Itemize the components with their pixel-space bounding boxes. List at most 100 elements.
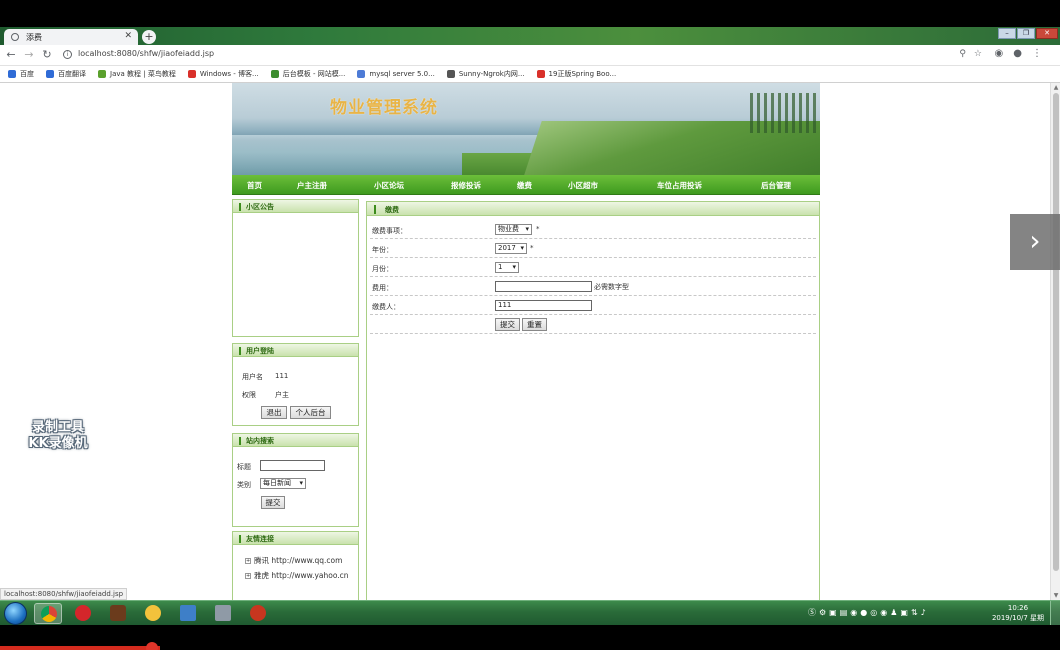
- forward-arrow-icon[interactable]: →: [22, 48, 36, 62]
- reload-icon[interactable]: ↻: [40, 48, 54, 62]
- nav-item[interactable]: 缴费: [517, 180, 532, 191]
- form-row-fee: 费用： 必需数字型: [370, 277, 816, 296]
- windows-taskbar: Ⓢ⚙▣▤◉●◎◉♟▣⇅♪ 10:26 2019/10/7 星期一: [0, 600, 1060, 632]
- bookmark-item[interactable]: mysql server 5.0...: [357, 70, 435, 78]
- item-label: 缴费事项：: [372, 227, 407, 235]
- maximize-button[interactable]: ❐: [1017, 28, 1035, 39]
- taskbar-game[interactable]: [104, 603, 132, 624]
- site-title: 物业管理系统: [330, 98, 438, 118]
- show-desktop-button[interactable]: [1050, 601, 1060, 626]
- bookmark-item[interactable]: 后台模板 - 网站模...: [270, 69, 346, 79]
- taskbar-chrome[interactable]: [34, 603, 62, 624]
- tab-close-icon[interactable]: ✕: [124, 31, 132, 41]
- username-value: 111: [275, 372, 289, 380]
- browser-tab[interactable]: 添费 ✕: [4, 29, 138, 45]
- taskbar-netease-music[interactable]: [69, 603, 97, 624]
- nav-item[interactable]: 后台管理: [761, 180, 791, 191]
- scroll-up-icon[interactable]: ▲: [1052, 84, 1060, 91]
- month-select[interactable]: 1: [495, 262, 519, 273]
- browser-toolbar: ← → ↻ i localhost:8080/shfw/jiaofeiadd.j…: [0, 45, 1060, 66]
- bookmark-favicon-icon: [536, 70, 545, 78]
- minimize-button[interactable]: –: [998, 28, 1016, 39]
- bookmark-favicon-icon: [357, 70, 366, 78]
- header-bar: [239, 347, 241, 355]
- friend-link[interactable]: + 雅虎 http://www.yahoo.cn: [245, 570, 349, 581]
- header-bar: [239, 535, 241, 543]
- close-window-button[interactable]: ✕: [1036, 28, 1058, 39]
- role-label: 权限: [242, 391, 256, 399]
- search-header: 站内搜索: [232, 433, 359, 447]
- zoom-star-icons[interactable]: ⚲☆: [959, 49, 990, 59]
- bookmark-item[interactable]: Java 教程 | 菜鸟教程: [98, 69, 176, 79]
- bookmark-item[interactable]: 百度: [8, 69, 34, 79]
- payment-panel: 缴费 缴费事项： 物业费 * 年份： 2017 * 月份： 1: [366, 201, 820, 600]
- payer-input[interactable]: 111: [495, 300, 592, 311]
- username-label: 用户名: [242, 373, 263, 381]
- payment-form: 缴费事项： 物业费 * 年份： 2017 * 月份： 1 费用：: [366, 216, 820, 600]
- main-nav: 首页 户主注册 小区论坛 报修投诉 缴费 小区超市 车位占用投诉 后台管理: [232, 175, 820, 195]
- reset-button[interactable]: 重置: [522, 318, 547, 331]
- bookmark-item[interactable]: Sunny-Ngrok内网...: [446, 69, 525, 79]
- taskbar-app[interactable]: [174, 603, 202, 624]
- header-bar: [374, 205, 376, 214]
- logout-button[interactable]: 退出: [261, 406, 287, 419]
- nav-item[interactable]: 车位占用投诉: [657, 180, 702, 191]
- friend-link-url: http://www.yahoo.cn: [271, 571, 349, 580]
- search-category-select[interactable]: 每日新闻: [260, 478, 306, 489]
- fee-input[interactable]: [495, 281, 592, 292]
- watermark-line-2: KK录像机: [28, 436, 88, 451]
- item-select[interactable]: 物业费: [495, 224, 532, 235]
- qq-icon: [145, 605, 161, 621]
- personal-backend-button[interactable]: 个人后台: [290, 406, 331, 419]
- role-value: 户主: [275, 391, 289, 399]
- bookmark-favicon-icon: [187, 70, 196, 78]
- friend-link[interactable]: + 腾讯 http://www.qq.com: [245, 555, 342, 566]
- back-arrow-icon[interactable]: ←: [4, 48, 18, 62]
- bookmark-label: 后台模板 - 网站模...: [282, 70, 346, 78]
- chevron-right-icon[interactable]: ›: [1010, 214, 1060, 270]
- year-select[interactable]: 2017: [495, 243, 527, 254]
- payment-title: 缴费: [385, 206, 399, 214]
- info-icon[interactable]: i: [63, 50, 72, 59]
- taskbar-qq[interactable]: [139, 603, 167, 624]
- system-tray-icons[interactable]: Ⓢ⚙▣▤◉●◎◉♟▣⇅♪: [808, 607, 929, 618]
- month-label: 月份：: [372, 265, 393, 273]
- friend-link-url: http://www.qq.com: [271, 556, 343, 565]
- profile-menu-icons[interactable]: ◉●⋮: [995, 48, 1052, 59]
- links-header: 友情连接: [232, 531, 359, 545]
- scroll-thumb[interactable]: [1053, 93, 1059, 571]
- tools-icon: [215, 605, 231, 621]
- taskbar-recorder[interactable]: [244, 603, 272, 624]
- start-button[interactable]: [4, 602, 27, 625]
- fee-hint: 必需数字型: [594, 283, 629, 291]
- bookmark-item[interactable]: Windows - 博客...: [187, 69, 259, 79]
- bookmark-item[interactable]: 百度翻译: [46, 69, 86, 79]
- submit-button[interactable]: 提交: [495, 318, 520, 331]
- top-letterbox: [0, 0, 1060, 27]
- nav-item[interactable]: 小区超市: [568, 180, 598, 191]
- nav-item[interactable]: 报修投诉: [451, 180, 481, 191]
- search-submit-button[interactable]: 提交: [261, 496, 285, 509]
- status-url-bubble: localhost:8080/shfw/jiaofeiadd.jsp: [0, 588, 128, 600]
- bookmarks-bar: 百度 百度翻译 Java 教程 | 菜鸟教程 Windows - 博客... 后台模板 …: [0, 66, 1060, 83]
- search-title-input[interactable]: [260, 460, 325, 471]
- required-mark: *: [530, 244, 534, 252]
- bookmark-item[interactable]: 19正版Spring Boo...: [536, 69, 616, 79]
- form-row-payer: 缴费人： 111: [370, 296, 816, 315]
- fee-label: 费用：: [372, 284, 393, 292]
- bookmark-favicon-icon: [446, 70, 455, 78]
- page-scrollbar[interactable]: ▲ ▼: [1050, 83, 1060, 600]
- nav-item[interactable]: 小区论坛: [374, 180, 404, 191]
- scroll-down-icon[interactable]: ▼: [1052, 592, 1060, 599]
- bookmark-favicon-icon: [98, 70, 106, 78]
- address-bar[interactable]: i localhost:8080/shfw/jiaofeiadd.jsp ⚲☆: [58, 47, 998, 63]
- taskbar-tools[interactable]: [209, 603, 237, 624]
- new-tab-button[interactable]: +: [142, 30, 156, 44]
- expand-icon: +: [245, 573, 251, 579]
- friend-link-name: 腾讯: [254, 556, 269, 565]
- nav-item[interactable]: 首页: [247, 180, 262, 191]
- tab-strip: 添费 ✕ + – ❐ ✕: [0, 27, 1060, 45]
- header-bar: [239, 203, 241, 211]
- search-title-label: 标题: [237, 463, 251, 471]
- nav-item[interactable]: 户主注册: [297, 180, 327, 191]
